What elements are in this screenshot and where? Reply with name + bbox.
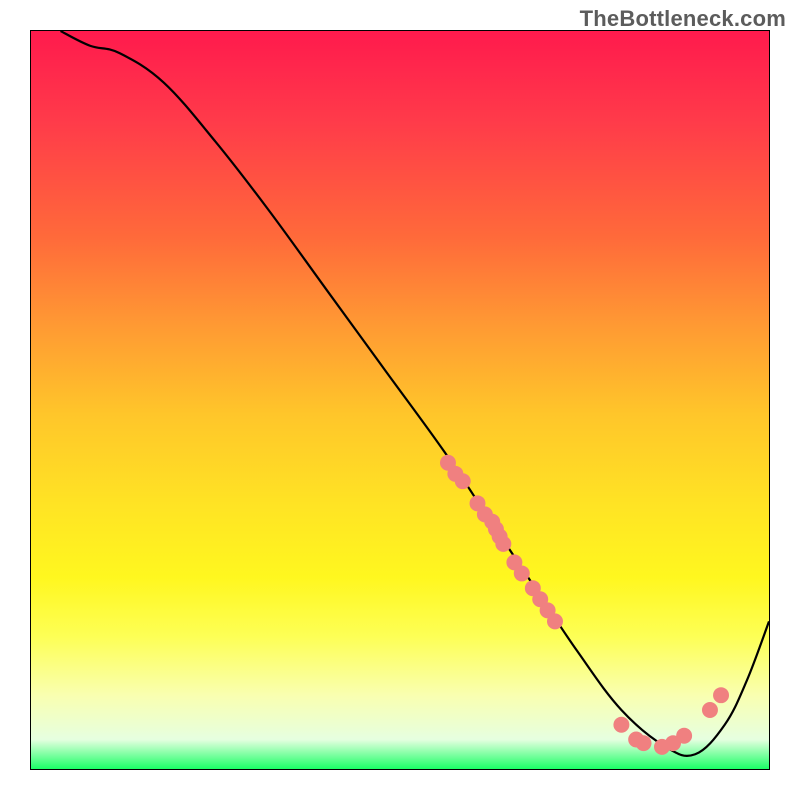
data-point <box>495 536 511 552</box>
data-point <box>514 565 530 581</box>
data-point <box>636 735 652 751</box>
bottleneck-curve <box>61 31 769 756</box>
plot-area <box>30 30 770 770</box>
data-point <box>713 687 729 703</box>
watermark-text: TheBottleneck.com <box>580 6 786 32</box>
data-points-group <box>440 455 729 755</box>
data-point <box>702 702 718 718</box>
data-point <box>613 717 629 733</box>
data-point <box>547 613 563 629</box>
data-point <box>676 728 692 744</box>
data-point <box>455 473 471 489</box>
chart-svg <box>31 31 769 769</box>
